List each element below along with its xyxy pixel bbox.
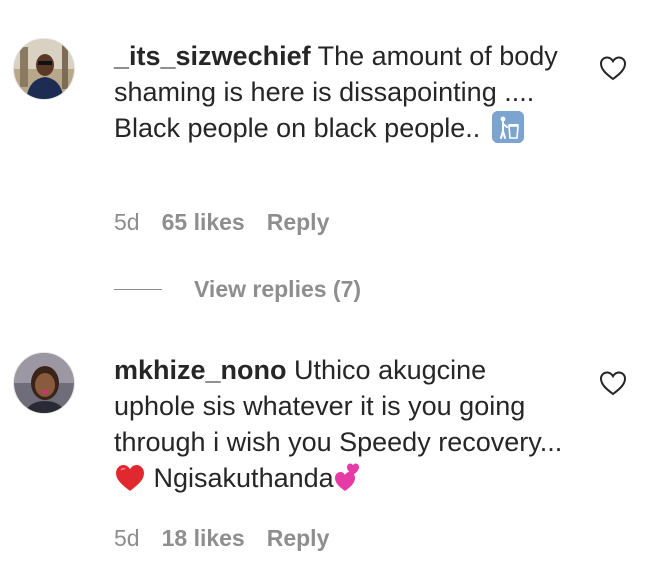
reply-button[interactable]: Reply	[267, 209, 330, 236]
comment-meta: 5d 65 likes Reply	[114, 209, 329, 236]
litter-in-bin-icon	[491, 111, 524, 143]
avatar[interactable]	[13, 352, 75, 414]
avatar-image	[14, 39, 74, 99]
view-replies-row[interactable]: View replies (7)	[114, 276, 361, 303]
comment-text: _its_sizwechief The amount of body shami…	[114, 38, 569, 146]
likes-count[interactable]: 18 likes	[162, 525, 245, 552]
replies-divider	[114, 289, 162, 290]
like-heart-icon[interactable]	[599, 55, 627, 81]
likes-count[interactable]: 65 likes	[162, 209, 245, 236]
reply-button[interactable]: Reply	[267, 525, 330, 552]
comment-time[interactable]: 5d	[114, 525, 140, 552]
comment-time[interactable]: 5d	[114, 209, 140, 236]
comment-meta: 5d 18 likes Reply	[114, 525, 329, 552]
avatar[interactable]	[13, 38, 75, 100]
comment-body-end: Ngisakuthanda	[153, 463, 334, 493]
avatar-image	[14, 353, 74, 413]
comment-username[interactable]: mkhize_nono	[114, 355, 287, 385]
comment-text: mkhize_nono Uthico akugcine uphole sis w…	[114, 352, 569, 496]
red-heart-icon	[116, 465, 144, 491]
like-heart-icon[interactable]	[599, 370, 627, 396]
comment-username[interactable]: _its_sizwechief	[114, 41, 311, 71]
two-hearts-icon	[334, 463, 359, 491]
view-replies-button[interactable]: View replies (7)	[194, 276, 361, 303]
